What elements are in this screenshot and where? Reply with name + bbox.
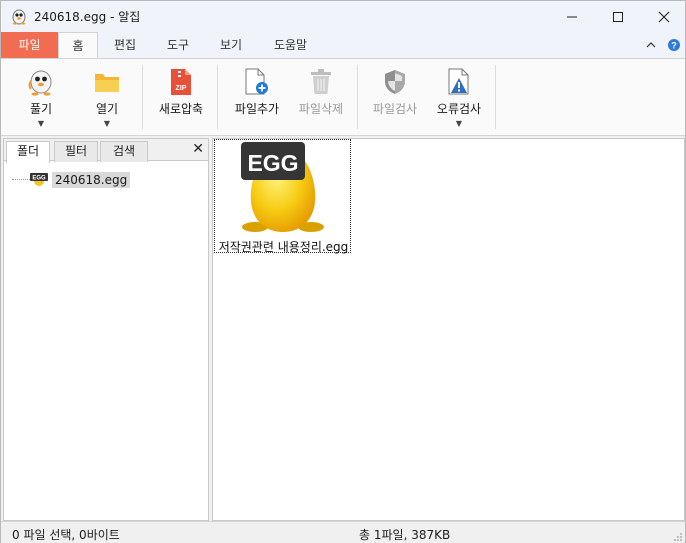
file-list-panel: EGG 저작권관련 내용정리.egg xyxy=(212,138,685,521)
minimize-button[interactable] xyxy=(549,1,595,32)
open-button[interactable]: 열기 ▼ xyxy=(79,59,135,137)
dropdown-arrow-icon: ▼ xyxy=(103,119,111,128)
error-check-label: 오류검사 xyxy=(436,102,482,116)
tab-file[interactable]: 파일 xyxy=(1,32,58,58)
open-label: 열기 xyxy=(95,102,119,116)
chevron-up-icon xyxy=(646,42,656,48)
minimize-icon xyxy=(567,16,577,17)
egg-file-icon: EGG xyxy=(237,142,329,239)
folder-icon xyxy=(91,67,123,97)
app-window: 240618.egg - 알집 파일 홈 편집 도구 보기 도움말 ? 풀기 ▼… xyxy=(0,0,686,543)
ribbon-separator xyxy=(217,65,218,129)
scan-file-button[interactable]: 파일검사 xyxy=(365,59,425,137)
tab-tools[interactable]: 도구 xyxy=(156,32,200,58)
tab-help[interactable]: 도움말 xyxy=(263,32,318,58)
error-check-button[interactable]: 오류검사 ▼ xyxy=(429,59,489,137)
status-bar: 0 파일 선택, 0바이트 총 1파일, 387KB xyxy=(1,521,685,543)
alzip-app-icon xyxy=(10,7,28,25)
maximize-button[interactable] xyxy=(595,1,641,32)
dropdown-arrow-icon: ▼ xyxy=(37,119,45,128)
panel-close-button[interactable]: ✕ xyxy=(192,141,204,157)
scan-file-label: 파일검사 xyxy=(372,102,418,116)
egg-file-icon-label: EGG xyxy=(247,150,298,176)
tab-folder[interactable]: 폴더 xyxy=(6,141,50,163)
unzip-label: 풀기 xyxy=(29,102,53,116)
panel-tabs: 폴더 필터 검색 ✕ xyxy=(4,139,208,163)
file-name: 저작권관련 내용정리.egg xyxy=(218,240,349,254)
selection-status: 0 파일 선택, 0바이트 xyxy=(12,528,120,542)
unzip-mascot-icon xyxy=(25,67,57,97)
title-bar[interactable]: 240618.egg - 알집 xyxy=(1,1,685,32)
ribbon-separator xyxy=(357,65,358,129)
add-file-button[interactable]: 파일추가 xyxy=(227,59,287,137)
tab-view[interactable]: 보기 xyxy=(211,32,251,58)
add-file-icon xyxy=(241,67,273,97)
archive-summary: 총 1파일, 387KB xyxy=(359,528,451,542)
tab-home[interactable]: 홈 xyxy=(58,32,98,59)
egg-archive-icon: EGG xyxy=(30,172,48,189)
tree-item-archive[interactable]: EGG 240618.egg xyxy=(30,171,131,189)
shield-icon xyxy=(379,67,411,97)
file-item[interactable]: EGG 저작권관련 내용정리.egg xyxy=(214,139,351,254)
egg-icon-label: EGG xyxy=(32,175,46,181)
tree-item-label: 240618.egg xyxy=(52,172,131,188)
tree-connector xyxy=(12,179,30,180)
unzip-button[interactable]: 풀기 ▼ xyxy=(13,59,69,137)
zip-file-icon: ZIP xyxy=(165,67,197,97)
ribbon-collapse-button[interactable] xyxy=(642,36,660,54)
ribbon-separator xyxy=(495,65,496,129)
close-button[interactable] xyxy=(641,1,686,32)
tab-search[interactable]: 검색 xyxy=(100,141,148,162)
ribbon-toolbar: 풀기 ▼ 열기 ▼ ZIP 새로압축 파일추가 파일삭제 파일검사 오류검사 ▼ xyxy=(1,58,685,136)
new-zip-label: 새로압축 xyxy=(158,102,204,116)
zip-badge-text: ZIP xyxy=(176,85,187,92)
menu-tabs: 파일 홈 편집 도구 보기 도움말 ? xyxy=(1,32,685,59)
dropdown-arrow-icon: ▼ xyxy=(455,119,463,128)
tab-filter[interactable]: 필터 xyxy=(54,141,98,162)
close-icon xyxy=(658,11,670,22)
help-button[interactable]: ? xyxy=(665,36,683,54)
delete-file-button[interactable]: 파일삭제 xyxy=(291,59,351,137)
resize-grip-icon[interactable] xyxy=(673,531,683,541)
maximize-icon xyxy=(613,11,623,22)
window-title: 240618.egg - 알집 xyxy=(34,10,141,24)
ribbon-separator xyxy=(142,65,143,129)
help-icon: ? xyxy=(668,39,680,51)
folder-panel: 폴더 필터 검색 ✕ EGG 240618.egg xyxy=(3,138,209,521)
svg-text:?: ? xyxy=(671,41,677,51)
add-file-label: 파일추가 xyxy=(234,102,280,116)
warning-file-icon xyxy=(443,67,475,97)
tab-edit[interactable]: 편집 xyxy=(105,32,145,58)
delete-file-label: 파일삭제 xyxy=(298,102,344,116)
new-zip-button[interactable]: ZIP 새로압축 xyxy=(151,59,211,137)
trash-icon xyxy=(305,67,337,97)
